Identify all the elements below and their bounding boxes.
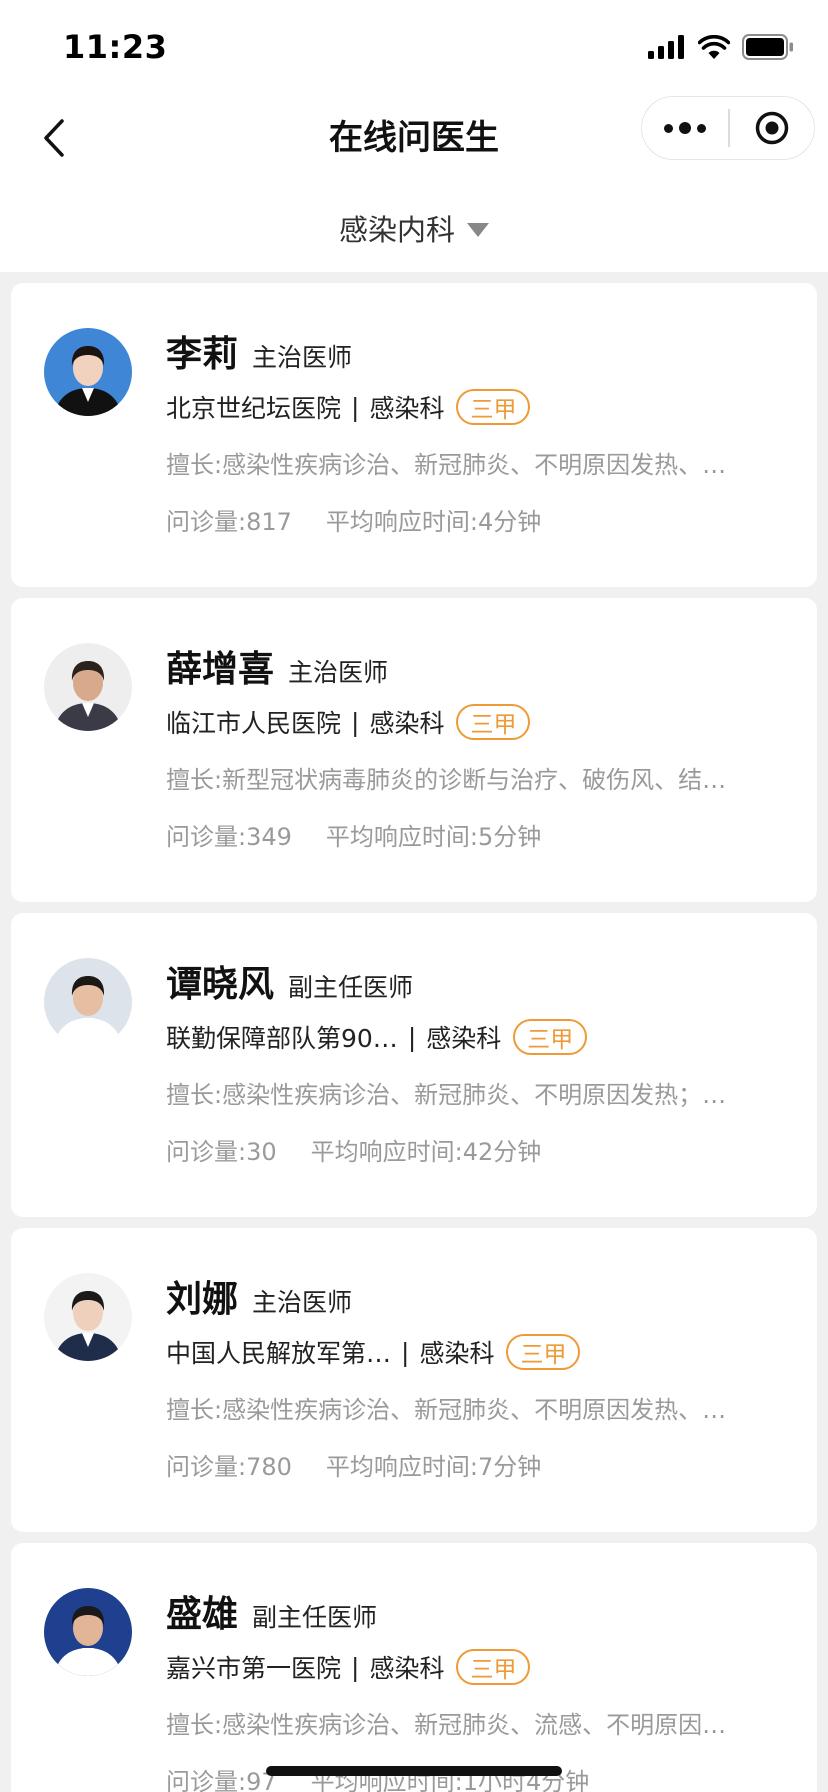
name-row: 薛增喜 主治医师	[166, 640, 777, 690]
stats-row: 问诊量:349 平均响应时间:5分钟	[166, 817, 777, 852]
specialty-text: 擅长:感染性疾病诊治、新冠肺炎、不明原因发热；…	[166, 1081, 727, 1109]
stats-row: 问诊量:780 平均响应时间:7分钟	[166, 1447, 777, 1482]
status-time: 11:23	[63, 28, 168, 66]
doctor-name: 盛雄	[166, 1594, 239, 1635]
divider: |	[351, 392, 360, 422]
doctor-avatar	[44, 1273, 132, 1361]
name-row: 李莉 主治医师	[166, 325, 777, 375]
battery-icon	[742, 34, 793, 60]
doctor-avatar	[44, 1588, 132, 1676]
name-row: 谭晓风 副主任医师	[166, 955, 777, 1005]
doctor-photo	[44, 1273, 132, 1361]
department-filter-label: 感染内科	[338, 213, 455, 247]
doctor-title: 主治医师	[252, 1288, 353, 1317]
divider: |	[351, 1652, 360, 1682]
divider: |	[351, 707, 360, 737]
dot-icon	[679, 122, 691, 134]
status-bar: 11:23	[0, 0, 828, 96]
hospital-name: 联勤保障部队第90…	[166, 1024, 398, 1053]
doctor-info: 盛雄 副主任医师 嘉兴市第一医院 | 感染科 三甲 擅长:感染性疾病诊治、新冠肺…	[166, 1585, 777, 1792]
name-row: 盛雄 副主任医师	[166, 1585, 777, 1635]
doctor-photo	[44, 1588, 132, 1676]
department-name: 感染科	[419, 1339, 495, 1368]
doctor-info: 薛增喜 主治医师 临江市人民医院 | 感染科 三甲 擅长:新型冠状病毒肺炎的诊断…	[166, 640, 777, 852]
home-indicator	[266, 1766, 562, 1776]
doctor-title: 主治医师	[288, 658, 389, 687]
doctor-title: 副主任医师	[288, 973, 414, 1002]
response-time: 平均响应时间:42分钟	[310, 1138, 542, 1166]
response-time: 平均响应时间:7分钟	[325, 1453, 542, 1481]
doctor-card[interactable]: 薛增喜 主治医师 临江市人民医院 | 感染科 三甲 擅长:新型冠状病毒肺炎的诊断…	[11, 598, 817, 902]
doctor-name: 薛增喜	[166, 649, 275, 690]
doctor-title: 副主任医师	[252, 1603, 378, 1632]
hospital-name: 北京世纪坛医院	[166, 394, 342, 423]
doctor-avatar	[44, 328, 132, 416]
dot-icon	[697, 123, 706, 133]
doctor-name: 李莉	[166, 334, 239, 375]
doctor-info: 谭晓风 副主任医师 联勤保障部队第90… | 感染科 三甲 擅长:感染性疾病诊治…	[166, 955, 777, 1167]
target-close-icon	[755, 111, 788, 145]
specialty-text: 擅长:新型冠状病毒肺炎的诊断与治疗、破伤风、结…	[166, 766, 727, 794]
doctor-card[interactable]: 盛雄 副主任医师 嘉兴市第一医院 | 感染科 三甲 擅长:感染性疾病诊治、新冠肺…	[11, 1543, 817, 1792]
consultation-count: 问诊量:97	[166, 1768, 277, 1792]
status-icons	[648, 34, 794, 60]
hospital-row: 联勤保障部队第90… | 感染科 三甲	[166, 1017, 777, 1057]
divider: |	[401, 1337, 410, 1367]
doctor-avatar	[44, 643, 132, 731]
response-time: 平均响应时间:4分钟	[325, 508, 542, 536]
hospital-name: 中国人民解放军第…	[166, 1339, 392, 1368]
hospital-row: 临江市人民医院 | 感染科 三甲	[166, 702, 777, 742]
screen: 11:23 在线问医生 感染内科 李莉 主治医师 北京世纪坛医院 | 感染科 三…	[0, 0, 828, 1792]
doctor-photo	[44, 958, 132, 1046]
doctor-info: 李莉 主治医师 北京世纪坛医院 | 感染科 三甲 擅长:感染性疾病诊治、新冠肺炎…	[166, 325, 777, 537]
hospital-name: 临江市人民医院	[166, 709, 342, 738]
cellular-signal-icon	[648, 35, 684, 59]
consultation-count: 问诊量:780	[166, 1453, 292, 1481]
hospital-grade-badge: 三甲	[513, 1019, 588, 1055]
response-time: 平均响应时间:5分钟	[325, 823, 542, 851]
department-name: 感染科	[369, 709, 445, 738]
dot-icon	[664, 123, 673, 133]
doctor-card[interactable]: 谭晓风 副主任医师 联勤保障部队第90… | 感染科 三甲 擅长:感染性疾病诊治…	[11, 913, 817, 1217]
divider: |	[407, 1022, 417, 1052]
department-name: 感染科	[369, 394, 445, 423]
doctor-photo	[44, 643, 132, 731]
hospital-name: 嘉兴市第一医院	[166, 1654, 342, 1683]
hospital-row: 中国人民解放军第… | 感染科 三甲	[166, 1332, 777, 1372]
consultation-count: 问诊量:817	[166, 508, 292, 536]
hospital-row: 嘉兴市第一医院 | 感染科 三甲	[166, 1647, 777, 1687]
department-filter[interactable]: 感染内科	[0, 184, 828, 272]
hospital-grade-badge: 三甲	[456, 389, 531, 425]
hospital-grade-badge: 三甲	[506, 1334, 581, 1370]
mini-program-capsule	[641, 96, 815, 160]
nav-bar: 在线问医生	[0, 96, 828, 184]
hospital-grade-badge: 三甲	[456, 1649, 531, 1685]
doctor-card[interactable]: 李莉 主治医师 北京世纪坛医院 | 感染科 三甲 擅长:感染性疾病诊治、新冠肺炎…	[11, 283, 817, 587]
department-name: 感染科	[369, 1654, 445, 1683]
specialty-text: 擅长:感染性疾病诊治、新冠肺炎、流感、不明原因…	[166, 1711, 727, 1739]
wifi-icon	[698, 35, 730, 59]
doctor-avatar	[44, 958, 132, 1046]
name-row: 刘娜 主治医师	[166, 1270, 777, 1320]
consultation-count: 问诊量:349	[166, 823, 292, 851]
specialty-text: 擅长:感染性疾病诊治、新冠肺炎、不明原因发热、…	[166, 451, 727, 479]
doctor-name: 谭晓风	[166, 964, 275, 1005]
specialty-text: 擅长:感染性疾病诊治、新冠肺炎、不明原因发热、…	[166, 1396, 727, 1424]
doctor-info: 刘娜 主治医师 中国人民解放军第… | 感染科 三甲 擅长:感染性疾病诊治、新冠…	[166, 1270, 777, 1482]
doctor-list: 李莉 主治医师 北京世纪坛医院 | 感染科 三甲 擅长:感染性疾病诊治、新冠肺炎…	[11, 283, 817, 1792]
doctor-photo	[44, 328, 132, 416]
consultation-count: 问诊量:30	[166, 1138, 277, 1166]
stats-row: 问诊量:30 平均响应时间:42分钟	[166, 1132, 777, 1167]
department-name: 感染科	[426, 1024, 502, 1053]
hospital-grade-badge: 三甲	[456, 704, 531, 740]
doctor-name: 刘娜	[166, 1279, 239, 1320]
caret-down-icon	[467, 223, 489, 237]
doctor-card[interactable]: 刘娜 主治医师 中国人民解放军第… | 感染科 三甲 擅长:感染性疾病诊治、新冠…	[11, 1228, 817, 1532]
hospital-row: 北京世纪坛医院 | 感染科 三甲	[166, 387, 777, 427]
stats-row: 问诊量:817 平均响应时间:4分钟	[166, 502, 777, 537]
close-miniprogram-button[interactable]	[730, 97, 815, 159]
more-options-button[interactable]	[642, 97, 728, 159]
doctor-title: 主治医师	[252, 343, 353, 372]
